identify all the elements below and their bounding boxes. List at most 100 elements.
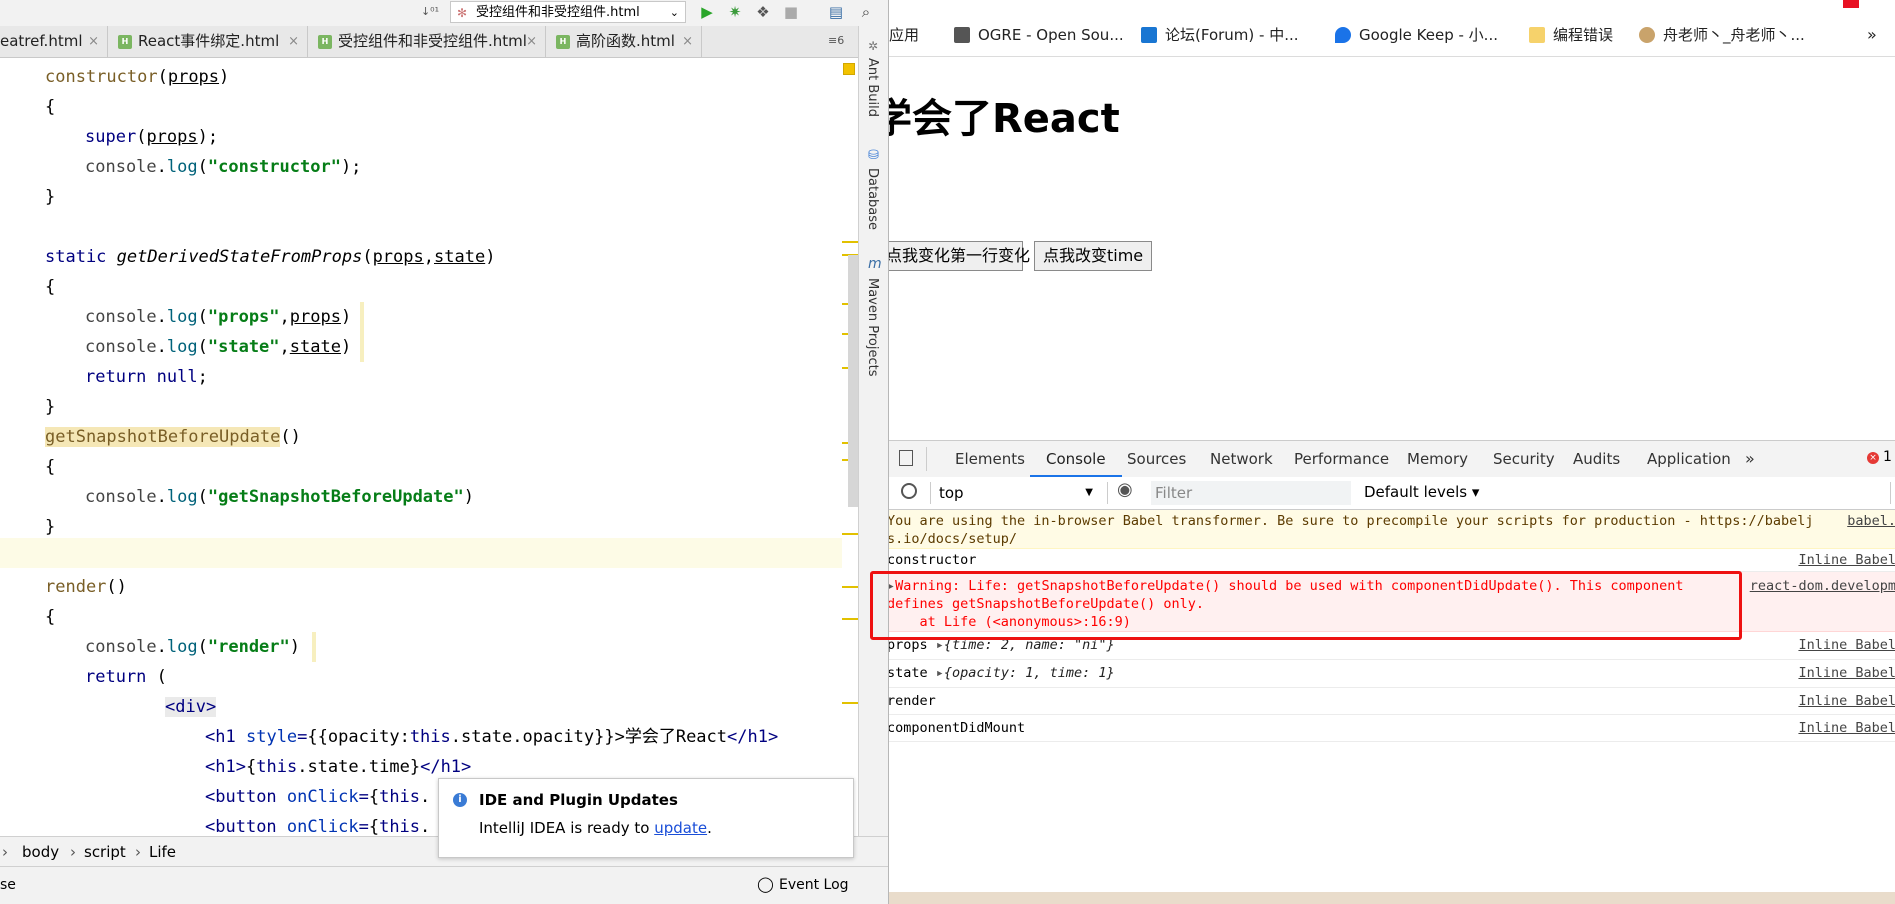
tool-ant-build[interactable]: Ant Build: [865, 58, 880, 117]
tab-audits[interactable]: Audits: [1573, 441, 1620, 477]
indent-marker: [360, 302, 364, 362]
message-label: state: [888, 665, 928, 681]
debug-icon[interactable]: ✷: [725, 2, 745, 22]
divider: [1890, 482, 1891, 504]
update-link[interactable]: update: [654, 819, 707, 837]
tab-label: React事件绑定.html: [138, 32, 280, 50]
bookmark-forum[interactable]: 论坛(Forum) - 中...: [1141, 14, 1299, 56]
close-icon[interactable]: ×: [526, 26, 537, 57]
code-line: <h1 style={{opacity:this.state.opacity}}…: [205, 727, 779, 747]
tab-performance[interactable]: Performance: [1294, 441, 1389, 477]
stop-icon[interactable]: ■: [781, 2, 801, 22]
event-log-button[interactable]: Event Log: [779, 877, 849, 893]
eye-icon[interactable]: ◉: [1117, 479, 1133, 500]
tab-react-event[interactable]: H React事件绑定.html ×: [108, 26, 308, 57]
code-editor[interactable]: constructor(props) { super(props); conso…: [0, 58, 848, 836]
notification-text: IntelliJ IDEA is ready to update.: [479, 819, 712, 837]
tab-controlled-components[interactable]: H 受控组件和非受控组件.html ×: [308, 26, 546, 57]
ogre-icon: [954, 27, 970, 43]
bookmark-google-keep[interactable]: Google Keep - 小...: [1335, 14, 1498, 56]
change-time-button[interactable]: 点我改变time: [1034, 241, 1152, 271]
tab-overflow-button[interactable]: ≡6: [828, 34, 844, 47]
bookmarks-more-button[interactable]: »: [1867, 14, 1877, 56]
tool-maven-projects[interactable]: Maven Projects: [865, 278, 880, 377]
code-line: console.log("constructor");: [85, 157, 362, 177]
divider: [1107, 482, 1108, 504]
sort-icon[interactable]: ↓⁰¹: [420, 2, 440, 22]
inspection-status-icon[interactable]: [843, 63, 855, 75]
indent-marker: [312, 632, 316, 662]
bookmark-programming-errors[interactable]: 编程错误: [1529, 14, 1613, 56]
message-text: render: [888, 693, 936, 709]
bookmark-ogre[interactable]: OGRE - Open Sou...: [954, 14, 1124, 56]
editor-scrollbar[interactable]: [848, 255, 858, 507]
breadcrumb-item-body[interactable]: body: [22, 843, 59, 861]
tab-console[interactable]: Console: [1030, 441, 1122, 477]
close-icon[interactable]: ×: [682, 26, 693, 57]
code-line: <div>: [165, 697, 217, 717]
html-file-icon: H: [556, 35, 570, 49]
message-source-link[interactable]: babel.: [1843, 513, 1895, 529]
code-line: console.log("getSnapshotBeforeUpdate"): [85, 487, 474, 507]
run-icon[interactable]: ▶: [697, 2, 717, 22]
project-structure-icon[interactable]: ▤: [826, 2, 846, 22]
drop-icon: [1335, 27, 1351, 43]
message-source-link[interactable]: Inline Babel: [1794, 637, 1895, 653]
ide-status-bar: se ◯ Event Log: [0, 866, 888, 904]
code-line: {: [45, 607, 56, 627]
code-line: console.log("props",props): [85, 307, 352, 327]
message-text[interactable]: s.io/docs/setup/: [889, 531, 1017, 547]
tool-database[interactable]: Database: [865, 168, 880, 230]
filter-input[interactable]: Filter: [1151, 481, 1351, 505]
caret-down-icon: ▼: [1085, 487, 1093, 498]
code-line: <button onClick={this.: [205, 817, 431, 836]
tab-eatref[interactable]: eatref.html ×: [0, 26, 108, 57]
checkbox-icon: [1141, 27, 1157, 43]
search-icon[interactable]: ⌕: [856, 2, 876, 22]
warning-marker: [842, 702, 858, 704]
ant-icon: ✲: [868, 39, 879, 53]
message-source-link[interactable]: Inline Babel: [1794, 720, 1895, 736]
tab-network[interactable]: Network: [1210, 441, 1273, 477]
tab-sources[interactable]: Sources: [1127, 441, 1186, 477]
breadcrumb-separator: ›: [70, 843, 76, 861]
tool-window-strip: ✲ Ant Build ⛁ Database m Maven Projects: [858, 26, 888, 836]
message-source-link[interactable]: Inline Babel: [1794, 693, 1895, 709]
tab-memory[interactable]: Memory: [1407, 441, 1468, 477]
tabs-overflow-button[interactable]: »: [1745, 441, 1755, 477]
code-line: {: [45, 457, 56, 477]
breadcrumb-item-script[interactable]: script: [84, 843, 126, 861]
close-icon[interactable]: ×: [88, 26, 99, 57]
device-toolbar-icon[interactable]: [899, 450, 913, 466]
expand-triangle-icon[interactable]: ▸: [936, 665, 944, 681]
tab-application[interactable]: Application: [1647, 441, 1731, 477]
change-first-line-button[interactable]: 点我变化第一行变化: [889, 241, 1030, 271]
devtools-tabs: Elements Console Sources Network Perform…: [889, 441, 1895, 478]
error-icon: ×: [1867, 452, 1879, 464]
bookmark-apps[interactable]: 应用: [889, 14, 919, 56]
tab-higher-order[interactable]: H 高阶函数.html ×: [546, 26, 702, 57]
code-line: console.log("state",state): [85, 337, 352, 357]
close-icon[interactable]: ×: [288, 26, 299, 57]
run-config-select[interactable]: ✻ 受控组件和非受控组件.html ⌄: [450, 1, 686, 23]
coverage-icon[interactable]: ❖: [753, 2, 773, 22]
message-source-link[interactable]: react-dom.developm: [1745, 578, 1895, 594]
log-levels-select[interactable]: Default levels ▾: [1364, 483, 1479, 501]
message-text: You are using the in-browser Babel trans…: [888, 513, 1814, 529]
error-count[interactable]: 1: [1883, 449, 1892, 465]
clear-console-icon[interactable]: [901, 483, 917, 499]
tab-elements[interactable]: Elements: [955, 441, 1025, 477]
object-preview[interactable]: {opacity: 1, time: 1}: [944, 665, 1115, 681]
tab-security[interactable]: Security: [1493, 441, 1555, 477]
message-text: componentDidMount: [888, 720, 1026, 736]
bookmark-zhou-teacher[interactable]: 舟老师丶_舟老师丶...: [1639, 14, 1805, 56]
message-source-link[interactable]: Inline Babel: [1794, 665, 1895, 681]
message-source-link[interactable]: Inline Babel: [1794, 552, 1895, 568]
extension-badge-icon[interactable]: [1843, 0, 1859, 8]
console-toolbar: top ▼ ◉ Filter Default levels ▾: [889, 477, 1895, 510]
context-select[interactable]: top ▼: [939, 481, 1099, 505]
warning-marker: [842, 533, 858, 535]
avatar-icon: [1639, 27, 1655, 43]
breadcrumb-item-life[interactable]: Life: [149, 843, 176, 861]
desktop-background-strip: [889, 892, 1895, 904]
